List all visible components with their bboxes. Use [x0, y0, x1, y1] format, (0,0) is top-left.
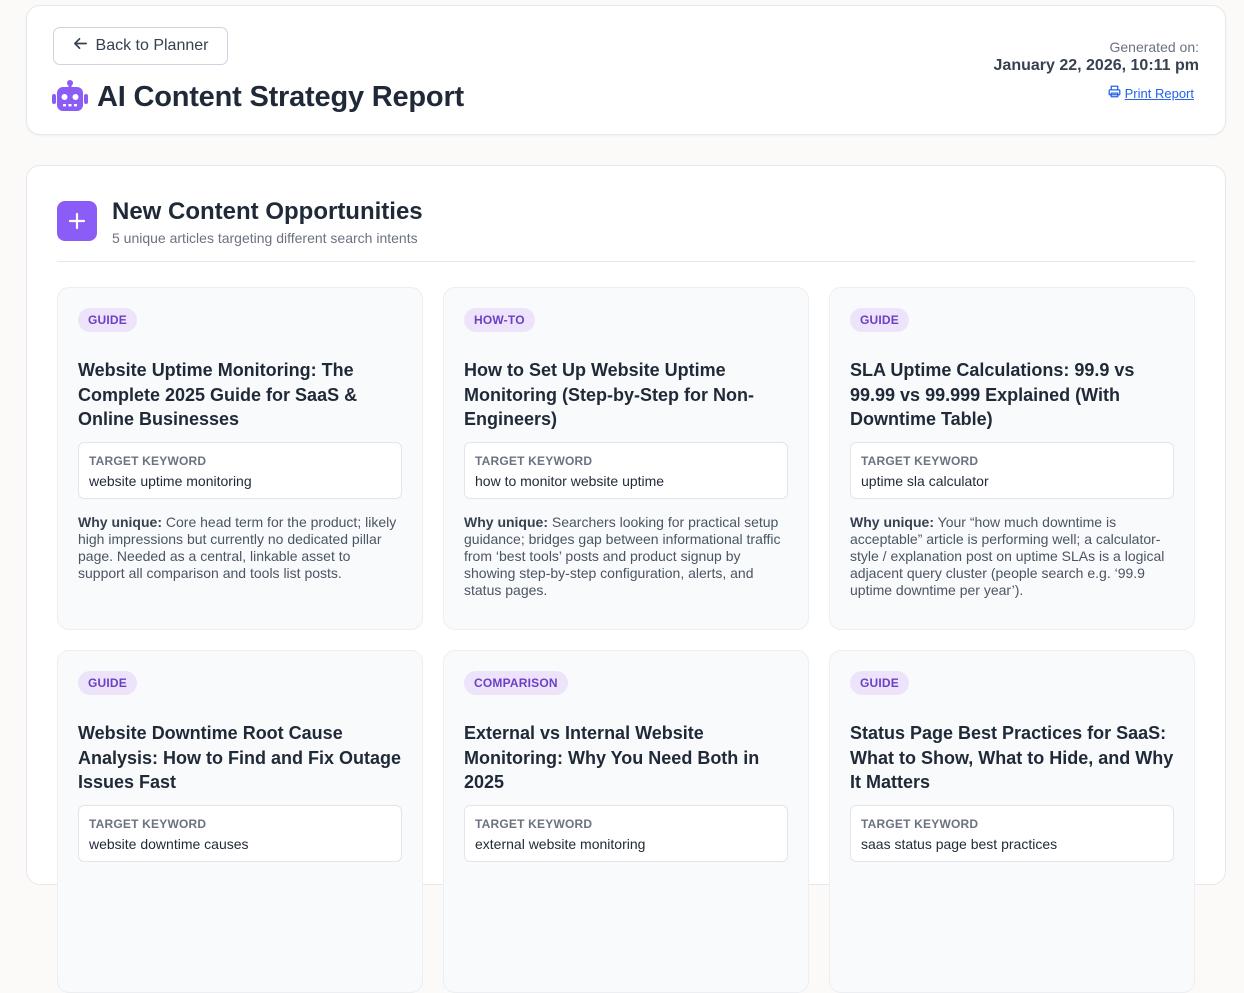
target-keyword-label: TARGET KEYWORD [475, 817, 593, 831]
target-keyword-value: website downtime causes [89, 836, 249, 852]
generated-label: Generated on: [1109, 39, 1199, 55]
target-keyword-label: TARGET KEYWORD [89, 454, 207, 468]
content-type-badge: COMPARISON [464, 671, 568, 695]
article-title: SLA Uptime Calculations: 99.9 vs 99.99 v… [850, 360, 1135, 429]
content-type-badge: GUIDE [78, 671, 138, 695]
target-keyword-label: TARGET KEYWORD [89, 817, 207, 831]
opportunity-card: GUIDE Status Page Best Practices for Saa… [829, 650, 1195, 993]
target-keyword-value: saas status page best practices [861, 836, 1058, 852]
why-unique-label: Why unique: [78, 514, 162, 530]
back-button-label: Back to Planner [95, 37, 209, 54]
target-keyword-value: external website monitoring [475, 836, 646, 852]
content-type-badge: HOW-TO [464, 308, 535, 332]
print-report-label: Print Report [1124, 85, 1194, 101]
target-keyword-box: TARGET KEYWORD website downtime causes [78, 805, 402, 862]
article-title: Status Page Best Practices for SaaS: Wha… [850, 723, 1174, 792]
title-row: AI Content Strategy Report [51, 80, 464, 114]
opportunity-card: COMPARISON External vs Internal Website … [443, 650, 809, 993]
generated-date: January 22, 2026, 10:11 pm [993, 57, 1199, 74]
content-type-badge: GUIDE [850, 308, 910, 332]
opportunity-card: GUIDE Website Uptime Monitoring: The Com… [57, 287, 423, 630]
target-keyword-box: TARGET KEYWORD external website monitori… [464, 805, 788, 862]
content-opportunities-panel: New Content Opportunities 5 unique artic… [26, 165, 1226, 993]
why-unique-text: Why unique: Your “how much downtime is a… [850, 514, 1172, 599]
opportunity-card: GUIDE SLA Uptime Calculations: 99.9 vs 9… [829, 287, 1195, 630]
target-keyword-box: TARGET KEYWORD saas status page best pra… [850, 805, 1174, 862]
back-to-planner-button[interactable]: Back to Planner [53, 27, 228, 65]
target-keyword-box: TARGET KEYWORD website uptime monitoring [78, 442, 402, 499]
target-keyword-label: TARGET KEYWORD [861, 454, 979, 468]
article-title: External vs Internal Website Monitoring:… [464, 723, 760, 792]
why-unique-label: Why unique: [464, 514, 548, 530]
why-unique-label: Why unique: [850, 514, 934, 530]
print-report-link[interactable]: Print Report [1108, 85, 1194, 101]
target-keyword-value: how to monitor website uptime [475, 473, 665, 489]
content-type-badge: GUIDE [78, 308, 138, 332]
target-keyword-label: TARGET KEYWORD [475, 454, 593, 468]
opportunity-card: GUIDE Website Downtime Root Cause Analys… [57, 650, 423, 993]
printer-icon [1108, 85, 1121, 101]
report-header: Back to Planner AI Content Strategy Repo… [26, 5, 1226, 135]
opportunity-card: HOW-TO How to Set Up Website Uptime Moni… [443, 287, 809, 630]
target-keyword-value: uptime sla calculator [861, 473, 989, 489]
plus-icon [57, 201, 97, 241]
target-keyword-label: TARGET KEYWORD [861, 817, 979, 831]
why-unique-text: Why unique: Core head term for the produ… [78, 514, 400, 582]
arrow-left-icon [73, 36, 88, 56]
robot-icon [51, 80, 89, 114]
target-keyword-box: TARGET KEYWORD how to monitor website up… [464, 442, 788, 499]
generated-info: Generated on: January 22, 2026, 10:11 pm [994, 39, 1199, 75]
target-keyword-value: website uptime monitoring [89, 473, 252, 489]
content-type-badge: GUIDE [850, 671, 910, 695]
section-header: New Content Opportunities 5 unique artic… [57, 196, 1195, 262]
why-unique-text: Why unique: Searchers looking for practi… [464, 514, 786, 599]
section-title: New Content Opportunities [112, 198, 423, 225]
page-title: AI Content Strategy Report [97, 80, 464, 113]
section-subtitle: 5 unique articles targeting different se… [112, 230, 418, 246]
target-keyword-box: TARGET KEYWORD uptime sla calculator [850, 442, 1174, 499]
article-title: How to Set Up Website Uptime Monitoring … [464, 360, 754, 429]
article-title: Website Uptime Monitoring: The Complete … [78, 360, 358, 429]
article-title: Website Downtime Root Cause Analysis: Ho… [78, 723, 402, 792]
